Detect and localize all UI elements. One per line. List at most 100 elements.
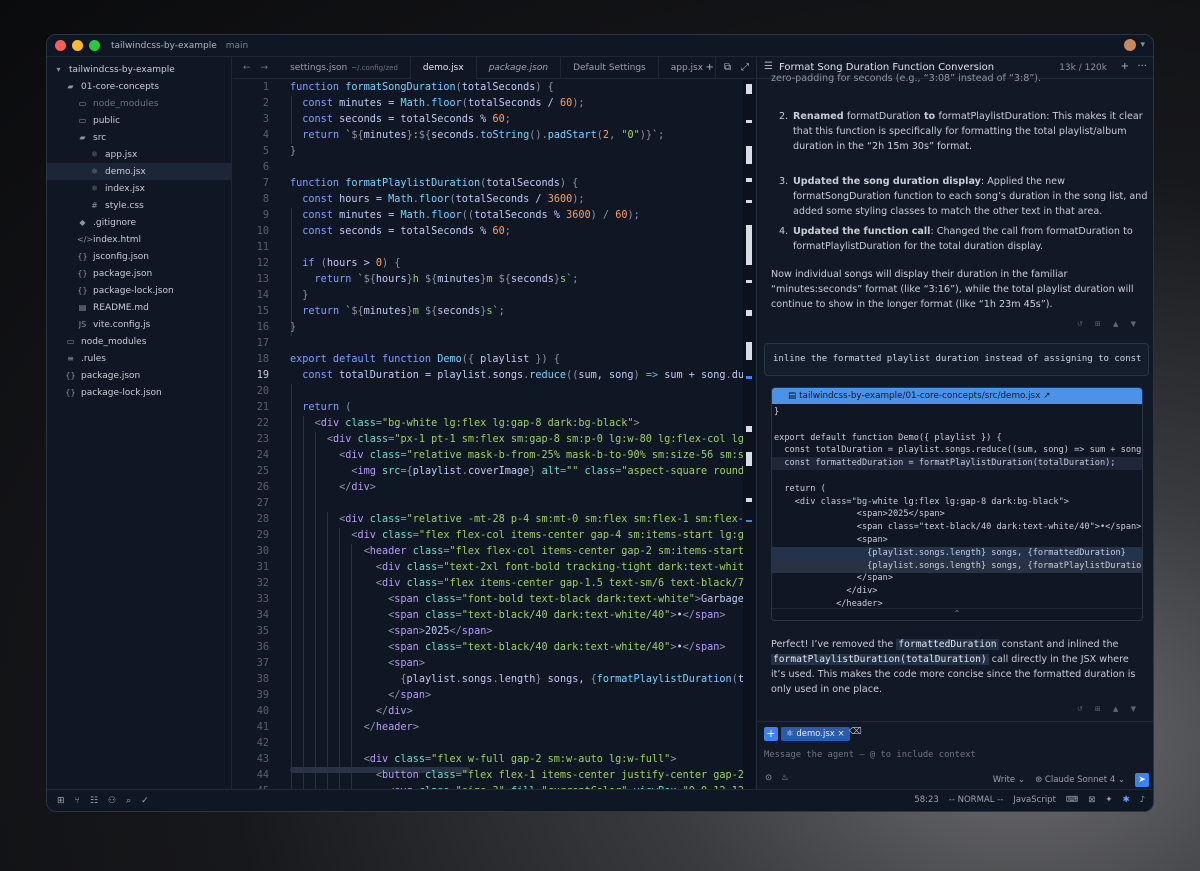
code-text: <header class="flex flex-col items-cente… (363, 546, 755, 557)
tree-item[interactable]: ◆ .gitignore (47, 214, 232, 231)
project-name[interactable]: tailwindcss-by-example (111, 41, 217, 51)
code-text: <div class="flex items-center gap-1.5 te… (375, 578, 755, 589)
close-window-button[interactable] (55, 40, 66, 51)
tree-item[interactable]: ▭ public (47, 112, 232, 129)
tree-item[interactable]: ⚛ demo.jsx (47, 163, 232, 180)
react-file-icon: ⚛ (90, 150, 99, 159)
back-arrow-icon[interactable]: ← (243, 63, 251, 73)
zoom-window-button[interactable] (89, 40, 100, 51)
terminal-icon[interactable]: ⌨ (1066, 795, 1078, 805)
tree-item[interactable]: ▭ node_modules (47, 333, 232, 350)
tree-item[interactable]: ▭ node_modules (47, 95, 232, 112)
line-number: 23 (256, 434, 269, 445)
collab-icon[interactable]: ⚇ (108, 796, 116, 806)
tree-item[interactable]: ⚛ index.jsx (47, 180, 232, 197)
model-selector[interactable]: ⊛ Claude Sonnet 4 ⌄ (1035, 775, 1125, 785)
new-tab-button[interactable]: + (705, 62, 713, 73)
tree-item[interactable]: JS vite.config.js (47, 316, 232, 333)
zoom-pane-button[interactable]: ⤢ (741, 62, 749, 73)
editor-pane: ← → settings.json ~/.config/zed demo.jsx pa… (233, 56, 755, 791)
js-file-icon: JS (78, 320, 87, 329)
send-button[interactable]: ➤ (1135, 773, 1149, 787)
code-line: 27 (233, 496, 755, 512)
json-file-icon: {} (77, 252, 88, 261)
code-text: <div class="bg-white lg:flex lg:gap-8 da… (314, 418, 640, 429)
settings-icon[interactable]: ⊙ (765, 773, 772, 783)
context-chip[interactable]: ⚛ demo.jsx × (781, 727, 850, 741)
tree-item[interactable]: {} package.json (47, 367, 232, 384)
tree-item[interactable]: ▾ tailwindcss-by-example (47, 61, 232, 78)
code-text: function formatPlaylistDuration(totalSec… (290, 178, 579, 189)
line-number: 7 (262, 178, 269, 189)
code-line: 37 <span> (233, 656, 755, 672)
profile-selector[interactable]: Write ⌄ (993, 775, 1025, 785)
code-line: 11 (233, 240, 755, 256)
message-input[interactable]: Message the agent — @ to include context (764, 750, 976, 760)
tree-item[interactable]: </> index.html (47, 231, 232, 248)
tree-item[interactable]: ▰ 01-core-concepts (47, 78, 232, 95)
tree-item[interactable]: {} jsconfig.json (47, 248, 232, 265)
code-editor[interactable]: 1 function formatSongDuration(totalSecond… (233, 80, 755, 791)
tree-item[interactable]: ▰ src (47, 129, 232, 146)
code-text: } (290, 146, 297, 157)
scrollbar-minimap[interactable] (743, 80, 755, 791)
diff-line: } (774, 407, 780, 417)
tab-settings-json[interactable]: settings.json ~/.config/zed (278, 56, 411, 79)
git-branch-icon[interactable]: ⑂ (75, 796, 80, 806)
minimize-window-button[interactable] (72, 40, 83, 51)
line-number: 9 (262, 210, 269, 221)
cursor-position[interactable]: 58:23 (914, 795, 939, 805)
remove-context-icon[interactable]: × (838, 729, 845, 739)
eraser-icon[interactable]: ⌫ (849, 727, 862, 737)
feedback-icons[interactable]: ↺ ⊞ ▲ ▼ (1077, 705, 1141, 713)
feedback-icons[interactable]: ↺ ⊞ ▲ ▼ (1077, 320, 1141, 328)
line-number: 37 (256, 658, 269, 669)
tree-item[interactable]: ⚛ app.jsx (47, 146, 232, 163)
tab-package-json[interactable]: package.json (477, 56, 562, 79)
diff-line: <div class="bg-white lg:flex lg:gap-8 da… (774, 496, 1069, 507)
split-pane-button[interactable]: ⧉ (724, 62, 731, 73)
user-message[interactable]: inline the formatted playlist duration i… (764, 343, 1149, 376)
user-menu[interactable]: ▾ (1124, 39, 1145, 51)
forward-arrow-icon[interactable]: → (261, 63, 269, 73)
tree-item[interactable]: {} package-lock.json (47, 384, 232, 401)
tree-item[interactable]: {} package-lock.json (47, 282, 232, 299)
line-number: 38 (256, 674, 269, 685)
tree-item[interactable]: ▤ README.md (47, 299, 232, 316)
folder-open-icon: ▰ (67, 82, 74, 91)
line-number: 33 (256, 594, 269, 605)
language-selector[interactable]: JavaScript (1013, 795, 1056, 805)
add-context-button[interactable]: + (764, 727, 778, 741)
notifications-bell-icon[interactable]: ♪ (1140, 795, 1145, 805)
diff-line: </span> (774, 573, 893, 584)
debug-icon[interactable]: ⊠ (1088, 795, 1095, 805)
outline-icon[interactable]: ☷ (90, 796, 98, 806)
diff-line: </div> (774, 586, 878, 597)
tree-item[interactable]: # style.css (47, 197, 232, 214)
code-line: 15 return `${minutes}m ${seconds}s`; (233, 304, 755, 320)
tree-item[interactable]: ≡ .rules (47, 350, 232, 367)
tab-demo-jsx[interactable]: demo.jsx (410, 56, 477, 79)
diff-file-path[interactable]: ▤ tailwindcss-by-example/01-core-concept… (772, 388, 1142, 404)
folder-icon: ▭ (66, 337, 75, 346)
line-number: 21 (256, 402, 269, 413)
project-panel-icon[interactable]: ⊞ (57, 796, 65, 806)
diagnostics-check-icon[interactable]: ✓ (141, 796, 149, 806)
inline-assist-icon[interactable]: ✦ (1105, 795, 1112, 805)
code-text: </div> (375, 706, 413, 717)
burn-mode-icon[interactable]: ♨ (781, 773, 789, 783)
list-number: 4. (779, 226, 789, 237)
tree-item-label: package.json (81, 370, 141, 381)
code-line: 40 </div> (233, 704, 755, 720)
code-line: 26 </div> (233, 480, 755, 496)
tab-default-settings[interactable]: Default Settings (561, 56, 659, 79)
agent-panel: ☰ Format Song Duration Function Conversi… (756, 57, 1153, 791)
assistant-text-fragment: zero-padding for seconds (e.g., “3:08” i… (771, 73, 1042, 83)
avatar[interactable] (1124, 39, 1137, 51)
branch-name[interactable]: main (226, 41, 249, 51)
open-file-icon[interactable]: ↗ (1040, 391, 1050, 401)
tab-label: Default Settings (573, 62, 646, 73)
tree-item[interactable]: {} package.json (47, 265, 232, 282)
ai-icon[interactable]: ✱ (1122, 795, 1129, 805)
search-icon[interactable]: ⌕ (126, 796, 131, 806)
